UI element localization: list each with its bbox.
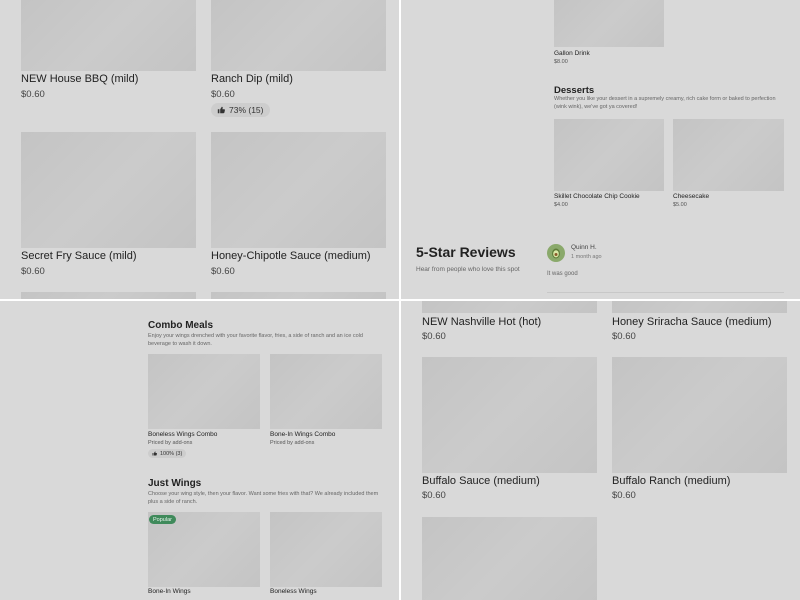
item-name[interactable]: Buffalo Sauce (medium) [422, 475, 540, 487]
section-title: Desserts [554, 85, 595, 96]
item-name[interactable]: Honey-Chipotle Sauce (medium) [211, 250, 371, 262]
review-text: It was good [547, 271, 578, 277]
item-image[interactable] [21, 0, 196, 71]
avocado-avatar-icon [552, 248, 560, 259]
item-image[interactable] [21, 292, 196, 299]
item-name[interactable]: Secret Fry Sauce (mild) [21, 250, 137, 262]
item-name[interactable]: Boneless Wings Combo [148, 431, 217, 438]
item-image[interactable] [211, 0, 386, 71]
rating-text: 100% (3) [160, 450, 183, 457]
thumbs-up-icon [152, 451, 157, 456]
panel-bottom-left: Combo Meals Enjoy your wings drenched wi… [0, 301, 399, 600]
item-price: $5.00 [673, 202, 687, 208]
item-image[interactable] [422, 301, 597, 313]
item-price: $0.60 [422, 331, 446, 342]
section-description: Enjoy your wings drenched with your favo… [148, 333, 363, 347]
panel-top-left: NEW House BBQ (mild) $0.60 Ranch Dip (mi… [0, 0, 399, 299]
item-name[interactable]: Cheesecake [673, 193, 709, 200]
item-price: $4.00 [554, 202, 568, 208]
item-image[interactable] [612, 357, 787, 473]
split-divider-horizontal [0, 299, 800, 301]
item-name[interactable]: Boneless Wings [270, 588, 317, 595]
thumbs-up-icon [217, 106, 225, 114]
item-image[interactable] [21, 132, 196, 248]
section-description: Whether you like your dessert in a supre… [554, 96, 776, 110]
rating-badge: 100% (3) [148, 449, 187, 458]
item-image[interactable] [554, 0, 664, 47]
item-image[interactable] [211, 292, 386, 299]
item-name[interactable]: Bone-In Wings [148, 588, 191, 595]
item-image[interactable] [422, 357, 597, 473]
item-price: Priced by add-ons [148, 440, 193, 446]
review-date: 1 month ago [571, 254, 602, 260]
item-name[interactable]: Ranch Dip (mild) [211, 73, 293, 85]
item-price: $8.00 [554, 59, 568, 65]
item-image[interactable] [270, 512, 382, 587]
item-image[interactable] [148, 354, 260, 429]
item-price: $0.60 [211, 266, 235, 277]
item-image[interactable] [554, 119, 664, 191]
section-title: Just Wings [148, 478, 202, 489]
reviews-title: 5-Star Reviews [416, 244, 516, 260]
item-price: Priced by add-ons [270, 440, 315, 446]
reviews-subtitle: Hear from people who love this spot [416, 266, 520, 273]
popular-badge: Popular [149, 515, 176, 524]
reviewer-name: Quinn H. [571, 244, 597, 251]
item-image[interactable] [612, 301, 787, 313]
item-image[interactable] [673, 119, 784, 191]
item-name[interactable]: Bone-In Wings Combo [270, 431, 335, 438]
panel-bottom-right: NEW Nashville Hot (hot) $0.60 Honey Srir… [401, 301, 800, 600]
item-name[interactable]: Honey Sriracha Sauce (medium) [612, 316, 772, 328]
item-image[interactable] [211, 132, 386, 248]
section-title: Combo Meals [148, 320, 214, 331]
item-name[interactable]: Skillet Chocolate Chip Cookie [554, 193, 640, 200]
divider [547, 292, 784, 293]
item-price: $0.60 [211, 89, 235, 100]
item-price: $0.60 [612, 331, 636, 342]
panel-top-right: Gallon Drink $8.00 Desserts Whether you … [401, 0, 800, 299]
item-price: $0.60 [21, 266, 45, 277]
item-image[interactable] [270, 354, 382, 429]
item-price: $0.60 [612, 490, 636, 501]
rating-badge: 73% (15) [211, 103, 270, 117]
item-name[interactable]: Buffalo Ranch (medium) [612, 475, 730, 487]
item-name[interactable]: NEW Nashville Hot (hot) [422, 316, 541, 328]
item-name[interactable]: NEW House BBQ (mild) [21, 73, 138, 85]
item-price: $0.60 [422, 490, 446, 501]
item-image[interactable] [422, 517, 597, 600]
item-price: $0.60 [21, 89, 45, 100]
section-description: Choose your wing style, then your flavor… [148, 491, 379, 505]
rating-text: 73% (15) [229, 105, 264, 115]
item-name[interactable]: Gallon Drink [554, 50, 590, 57]
avatar [547, 244, 565, 262]
